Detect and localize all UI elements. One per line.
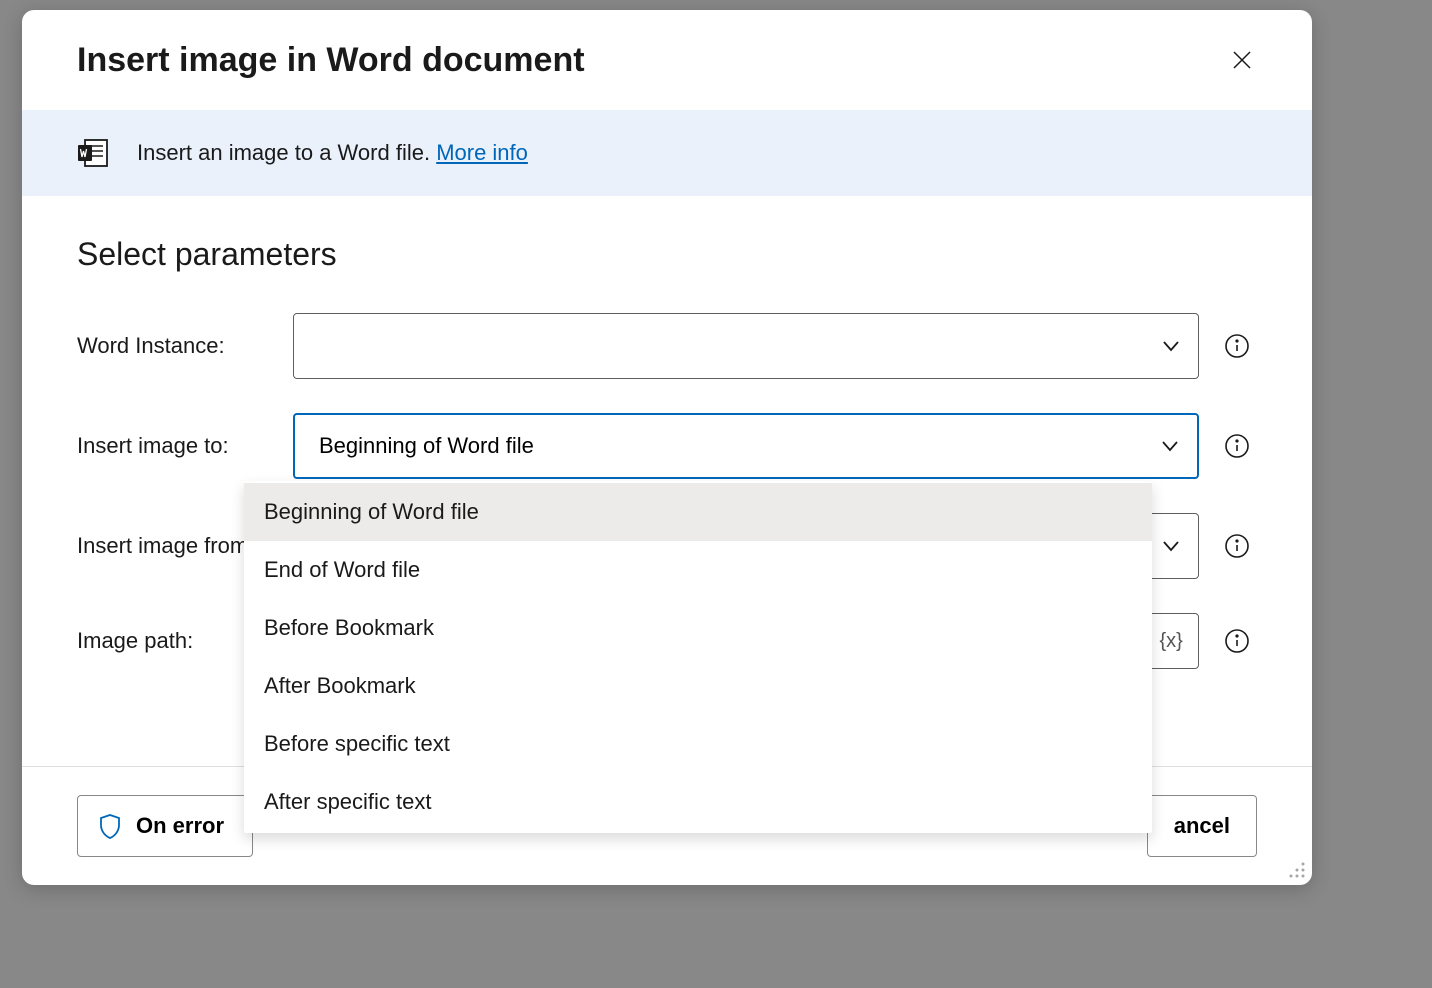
close-icon — [1230, 48, 1254, 72]
info-description: Insert an image to a Word file. — [137, 140, 436, 165]
insert-to-label: Insert image to: — [77, 433, 293, 459]
info-bar-text: Insert an image to a Word file. More inf… — [137, 140, 528, 166]
dropdown-option[interactable]: Beginning of Word file — [244, 483, 1152, 541]
dialog-header: Insert image in Word document — [22, 10, 1312, 110]
section-title: Select parameters — [77, 236, 1257, 273]
chevron-down-icon — [1162, 337, 1180, 355]
insert-to-dropdown-menu: Beginning of Word fileEnd of Word fileBe… — [244, 481, 1152, 833]
insert-to-value: Beginning of Word file — [319, 433, 534, 459]
info-icon[interactable] — [1224, 333, 1250, 359]
param-row-word-instance: Word Instance: — [77, 313, 1257, 379]
dropdown-option[interactable]: After Bookmark — [244, 657, 1152, 715]
close-button[interactable] — [1222, 40, 1262, 80]
info-icon[interactable] — [1224, 533, 1250, 559]
chevron-down-icon — [1161, 437, 1179, 455]
dropdown-option[interactable]: After specific text — [244, 773, 1152, 831]
parameters-section: Select parameters Word Instance: Insert … — [22, 196, 1312, 766]
info-icon[interactable] — [1224, 433, 1250, 459]
info-icon[interactable] — [1224, 628, 1250, 654]
cancel-button[interactable]: ancel — [1147, 795, 1257, 857]
insert-image-dialog: Insert image in Word document Insert an … — [22, 10, 1312, 885]
word-instance-dropdown[interactable] — [293, 313, 1199, 379]
chevron-down-icon — [1162, 537, 1180, 555]
more-info-link[interactable]: More info — [436, 140, 528, 165]
dropdown-option[interactable]: Before Bookmark — [244, 599, 1152, 657]
dropdown-option[interactable]: Before specific text — [244, 715, 1152, 773]
dialog-title: Insert image in Word document — [77, 41, 585, 80]
word-icon — [77, 138, 109, 168]
insert-to-dropdown[interactable]: Beginning of Word file — [293, 413, 1199, 479]
on-error-button[interactable]: On error — [77, 795, 253, 857]
on-error-label: On error — [136, 813, 224, 839]
dropdown-option[interactable]: End of Word file — [244, 541, 1152, 599]
info-bar: Insert an image to a Word file. More inf… — [22, 110, 1312, 196]
word-instance-label: Word Instance: — [77, 333, 293, 359]
shield-icon — [98, 813, 122, 839]
resize-grip-icon[interactable] — [1288, 861, 1306, 879]
param-row-insert-to: Insert image to: Beginning of Word file … — [77, 413, 1257, 479]
